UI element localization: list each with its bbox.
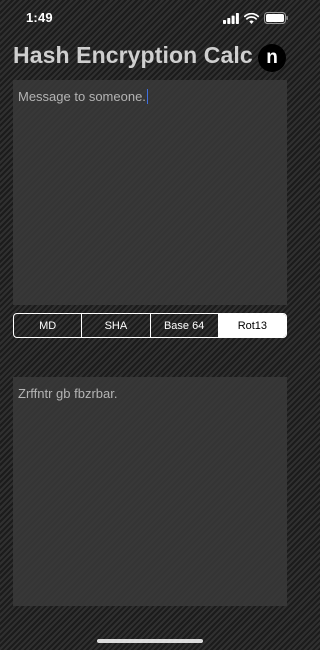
app-logo-button[interactable]: n [258, 44, 286, 72]
text-cursor [146, 89, 149, 104]
segment-md[interactable]: MD [14, 314, 83, 337]
result-output[interactable]: Zrffntr gb fbzrbar. [13, 377, 287, 606]
signal-icon [223, 12, 239, 24]
segment-rot13[interactable]: Rot13 [218, 314, 286, 337]
message-input-text: Message to someone. [18, 89, 146, 104]
status-time: 1:49 [26, 10, 53, 25]
app-title: Hash Encryption Calc [13, 42, 253, 68]
status-icons [223, 11, 288, 25]
segment-base64[interactable]: Base 64 [151, 314, 219, 337]
message-input[interactable]: Message to someone. [13, 80, 287, 305]
home-indicator[interactable] [97, 639, 203, 643]
battery-icon [264, 12, 288, 24]
segment-md-label: MD [39, 319, 57, 332]
segment-rot13-label: Rot13 [237, 319, 268, 332]
segment-sha-label: SHA [104, 319, 128, 332]
segment-base64-label: Base 64 [163, 319, 205, 332]
segment-sha[interactable]: SHA [82, 314, 151, 337]
encryption-type-selector: MD SHA Base 64 Rot13 [13, 313, 287, 338]
logo-letter: n [266, 46, 278, 68]
result-output-text: Zrffntr gb fbzrbar. [18, 386, 118, 401]
wifi-icon [244, 12, 259, 24]
status-bar: 1:49 [0, 0, 300, 38]
